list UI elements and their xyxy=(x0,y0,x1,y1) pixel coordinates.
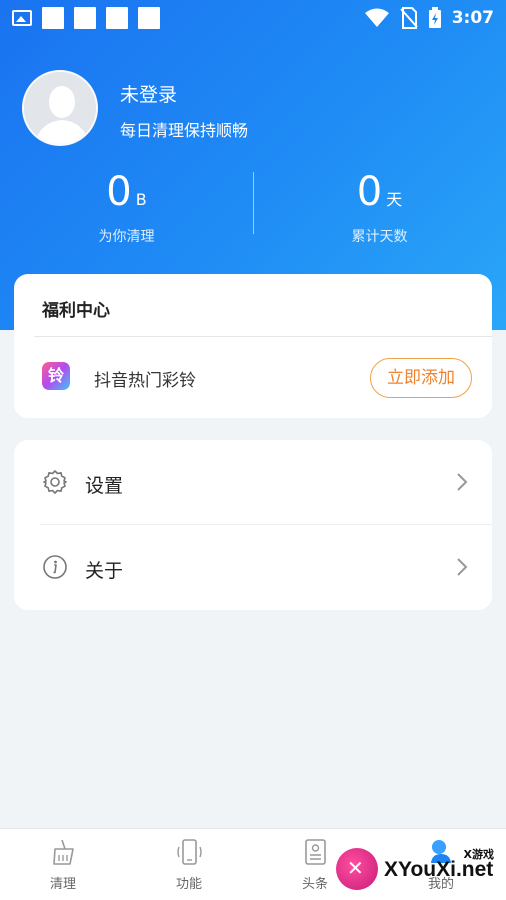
watermark-badge-icon xyxy=(336,848,378,890)
welfare-card: 福利中心 铃 抖音热门彩铃 立即添加 xyxy=(14,274,492,418)
stat-cleaned-label: 为你清理 xyxy=(98,229,155,245)
add-now-button[interactable]: 立即添加 xyxy=(370,358,472,398)
no-sim-icon xyxy=(399,7,418,29)
nav-tab-clean[interactable]: 清理 xyxy=(0,829,126,900)
notification-icon xyxy=(42,7,64,29)
broom-icon xyxy=(53,839,74,865)
menu-item-about-label: 关于 xyxy=(85,560,124,582)
stat-days-value: 0 xyxy=(356,169,383,215)
image-notification-icon xyxy=(12,10,32,26)
user-subtitle: 每日清理保持顺畅 xyxy=(120,121,249,140)
battery-charging-icon xyxy=(428,7,441,28)
watermark-dot xyxy=(432,840,446,854)
phone-icon xyxy=(177,839,202,865)
nav-tab-features-label: 功能 xyxy=(175,877,202,892)
chevron-right-icon xyxy=(457,473,468,491)
nav-tab-clean-label: 清理 xyxy=(49,877,76,892)
nav-tab-features[interactable]: 功能 xyxy=(126,829,252,900)
watermark-big-text: XYouXi.net xyxy=(384,858,494,881)
status-time: 3:07 xyxy=(451,8,494,28)
notification-icon xyxy=(138,7,160,29)
info-icon xyxy=(43,555,67,579)
menu-item-settings-label: 设置 xyxy=(85,475,124,497)
stat-cleaned: 0B 为你清理 xyxy=(0,168,253,246)
notification-icon xyxy=(74,7,96,29)
notification-icon xyxy=(106,7,128,29)
settings-menu-card: 设置 关于 xyxy=(14,440,492,610)
menu-item-settings[interactable]: 设置 xyxy=(14,440,492,525)
stat-days: 0天 累计天数 xyxy=(253,168,506,246)
stat-cleaned-value: 0 xyxy=(106,169,132,215)
chevron-right-icon xyxy=(457,558,468,576)
welfare-item-label: 抖音热门彩铃 xyxy=(94,371,196,391)
user-name[interactable]: 未登录 xyxy=(120,80,177,107)
gear-icon xyxy=(43,470,67,494)
ringtone-app-icon: 铃 xyxy=(42,362,70,390)
status-bar: 3:07 xyxy=(0,0,506,36)
welfare-title: 福利中心 xyxy=(42,301,110,321)
stat-days-label: 累计天数 xyxy=(351,229,408,245)
stat-cleaned-unit: B xyxy=(135,190,147,209)
welfare-divider xyxy=(34,336,492,337)
menu-item-about[interactable]: 关于 xyxy=(14,525,492,610)
watermark-logo: X游戏 XYouXi.net xyxy=(336,838,506,900)
news-icon xyxy=(305,839,326,865)
stat-days-unit: 天 xyxy=(386,190,403,209)
avatar[interactable] xyxy=(22,70,98,146)
wifi-icon xyxy=(364,8,389,27)
